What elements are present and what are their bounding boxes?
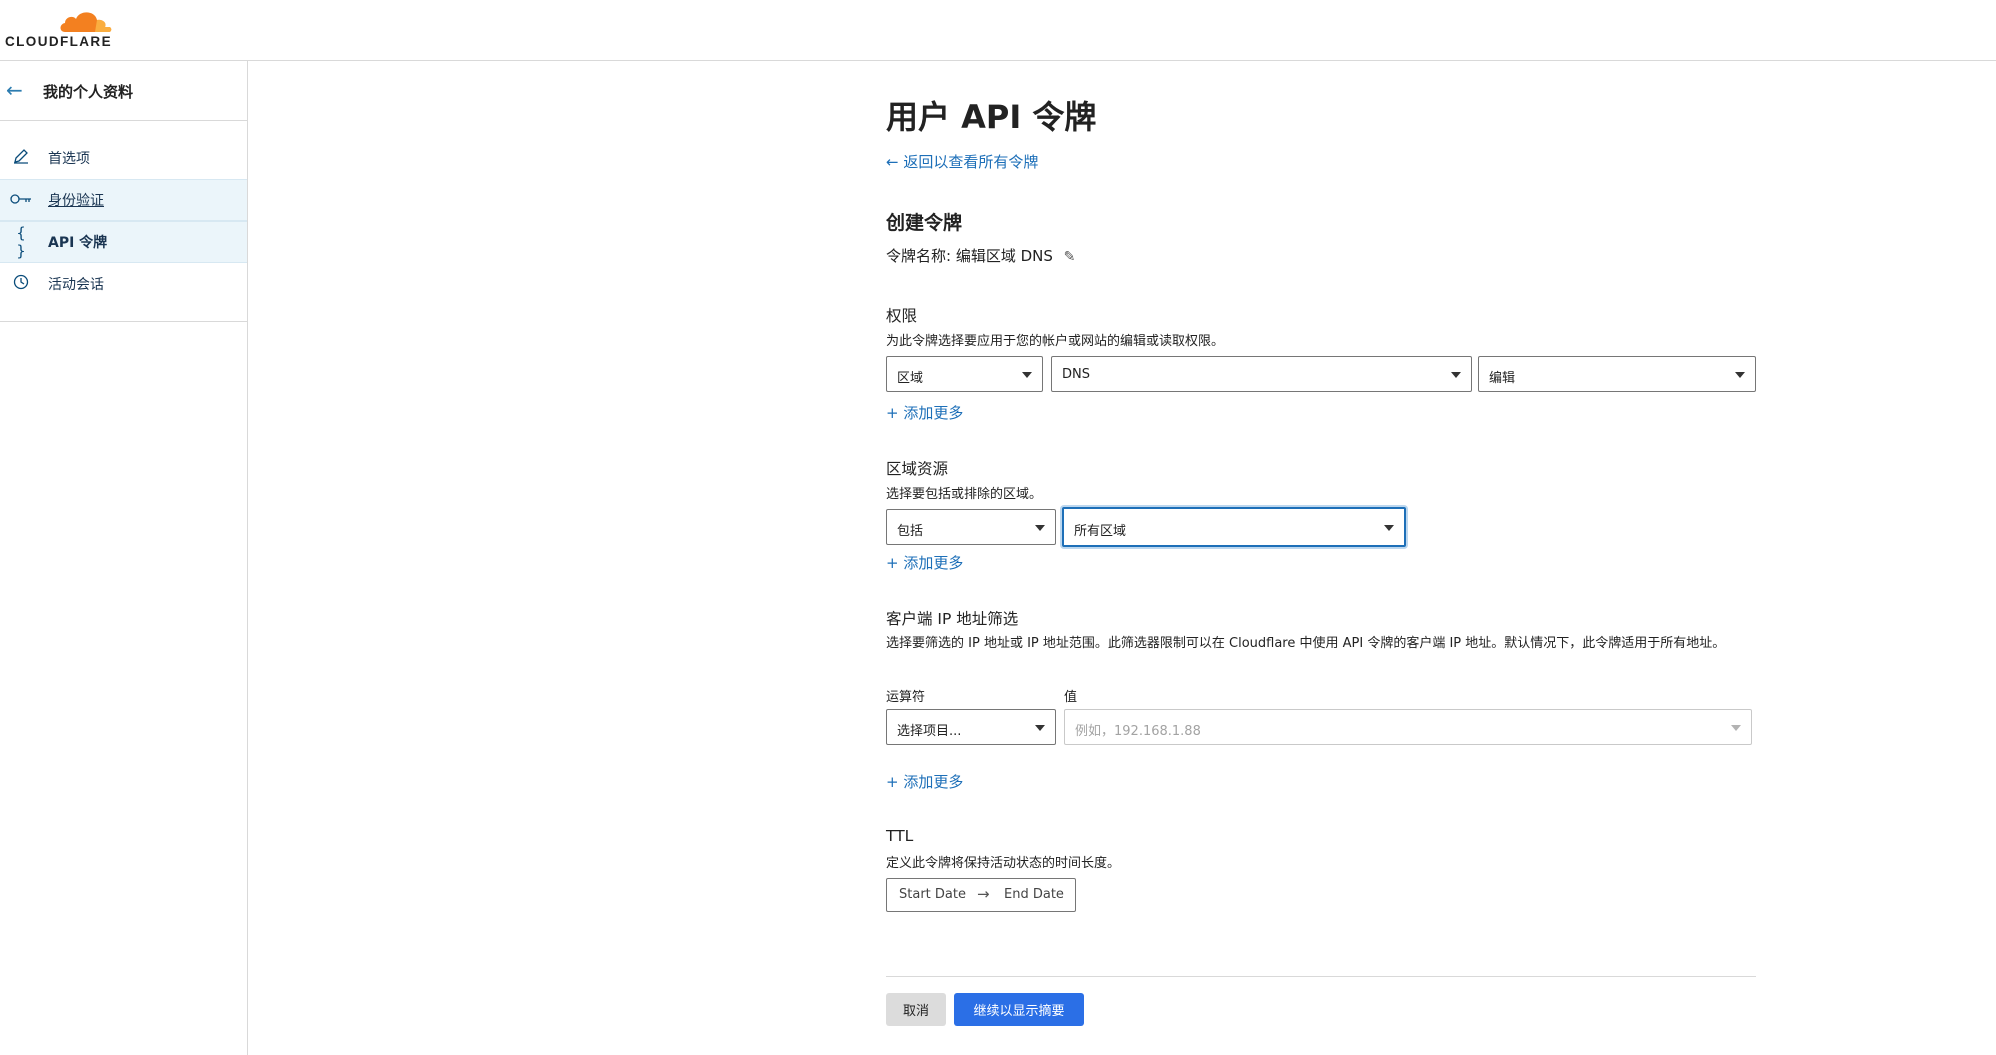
cloudflare-logo[interactable]: CLOUDFLARE bbox=[5, 8, 115, 49]
operator-label: 运算符 bbox=[886, 690, 926, 705]
pencil-icon bbox=[10, 148, 32, 168]
arrow-right-icon: → bbox=[977, 885, 990, 903]
sidebar-item-api-tokens[interactable]: { } API 令牌 bbox=[0, 221, 247, 263]
ip-filter-label: 客户端 IP 地址筛选 bbox=[886, 610, 1019, 628]
sidebar-title: 我的个人资料 bbox=[43, 83, 134, 101]
permission-level-select[interactable]: 编辑 bbox=[1478, 356, 1756, 392]
sidebar-header: ← 我的个人资料 bbox=[0, 61, 247, 121]
sidebar-item-authentication[interactable]: 身份验证 bbox=[0, 179, 247, 221]
top-header: CLOUDFLARE bbox=[0, 0, 1996, 61]
cancel-button[interactable]: 取消 bbox=[886, 993, 946, 1026]
caret-down-icon bbox=[1035, 525, 1045, 531]
sidebar-item-label: 首选项 bbox=[48, 151, 90, 167]
permissions-description: 为此令牌选择要应用于您的帐户或网站的编辑或读取权限。 bbox=[886, 334, 1225, 349]
caret-down-icon bbox=[1022, 372, 1032, 378]
operator-select[interactable]: 选择项目... bbox=[886, 709, 1056, 745]
zone-resources-label: 区域资源 bbox=[886, 460, 949, 478]
form-divider bbox=[886, 976, 1756, 977]
key-icon bbox=[10, 191, 32, 209]
permissions-label: 权限 bbox=[886, 307, 918, 325]
token-name-row: 令牌名称: 编辑区域 DNS ✎ bbox=[886, 245, 1075, 266]
page-title: 用户 API 令牌 bbox=[886, 98, 1097, 136]
sidebar-item-label: API 令牌 bbox=[48, 235, 108, 251]
zone-include-select[interactable]: 包括 bbox=[886, 509, 1056, 545]
sidebar-item-preferences[interactable]: 首选项 bbox=[0, 137, 247, 179]
ttl-description: 定义此令牌将保持活动状态的时间长度。 bbox=[886, 856, 1121, 871]
create-token-title: 创建令牌 bbox=[886, 212, 963, 234]
token-name: 令牌名称: 编辑区域 DNS bbox=[886, 247, 1053, 265]
logo-text: CLOUDFLARE bbox=[5, 34, 112, 49]
back-to-tokens-link[interactable]: ← 返回以查看所有令牌 bbox=[886, 151, 1038, 172]
add-ip-filter-link[interactable]: + 添加更多 bbox=[886, 771, 963, 792]
zone-scope-select[interactable]: 所有区域 bbox=[1062, 507, 1406, 547]
add-zone-link[interactable]: + 添加更多 bbox=[886, 552, 963, 573]
value-label: 值 bbox=[1064, 690, 1078, 705]
sidebar-item-label: 身份验证 bbox=[48, 193, 104, 209]
end-date-input[interactable]: End Date bbox=[1004, 887, 1064, 902]
zone-resources-description: 选择要包括或排除的区域。 bbox=[886, 487, 1043, 502]
caret-down-icon bbox=[1384, 525, 1394, 531]
ttl-label: TTL bbox=[886, 827, 914, 845]
clock-icon bbox=[10, 274, 32, 294]
start-date-input[interactable]: Start Date bbox=[899, 887, 966, 902]
permission-resource-select[interactable]: DNS bbox=[1051, 356, 1472, 392]
sidebar-item-label: 活动会话 bbox=[48, 277, 104, 293]
caret-down-icon bbox=[1731, 725, 1741, 731]
cloud-icon bbox=[60, 12, 112, 32]
caret-down-icon bbox=[1451, 372, 1461, 378]
back-arrow-icon[interactable]: ← bbox=[6, 80, 26, 100]
ip-filter-description: 选择要筛选的 IP 地址或 IP 地址范围。此筛选器限制可以在 Cloudfla… bbox=[886, 636, 1726, 651]
sidebar: ← 我的个人资料 首选项 身份验证 { } API 令牌 活动会话 bbox=[0, 61, 248, 1055]
sidebar-item-active-sessions[interactable]: 活动会话 bbox=[0, 263, 247, 305]
permission-scope-select[interactable]: 区域 bbox=[886, 356, 1043, 392]
caret-down-icon bbox=[1035, 725, 1045, 731]
edit-name-icon[interactable]: ✎ bbox=[1064, 249, 1076, 265]
date-range-picker[interactable]: Start Date → End Date bbox=[886, 878, 1076, 912]
caret-down-icon bbox=[1735, 372, 1745, 378]
braces-icon: { } bbox=[16, 224, 26, 260]
ip-value-select[interactable]: 例如，192.168.1.88 bbox=[1064, 709, 1752, 745]
sidebar-nav: 首选项 身份验证 { } API 令牌 活动会话 bbox=[0, 121, 247, 322]
add-permission-link[interactable]: + 添加更多 bbox=[886, 402, 963, 423]
continue-button[interactable]: 继续以显示摘要 bbox=[954, 993, 1084, 1026]
